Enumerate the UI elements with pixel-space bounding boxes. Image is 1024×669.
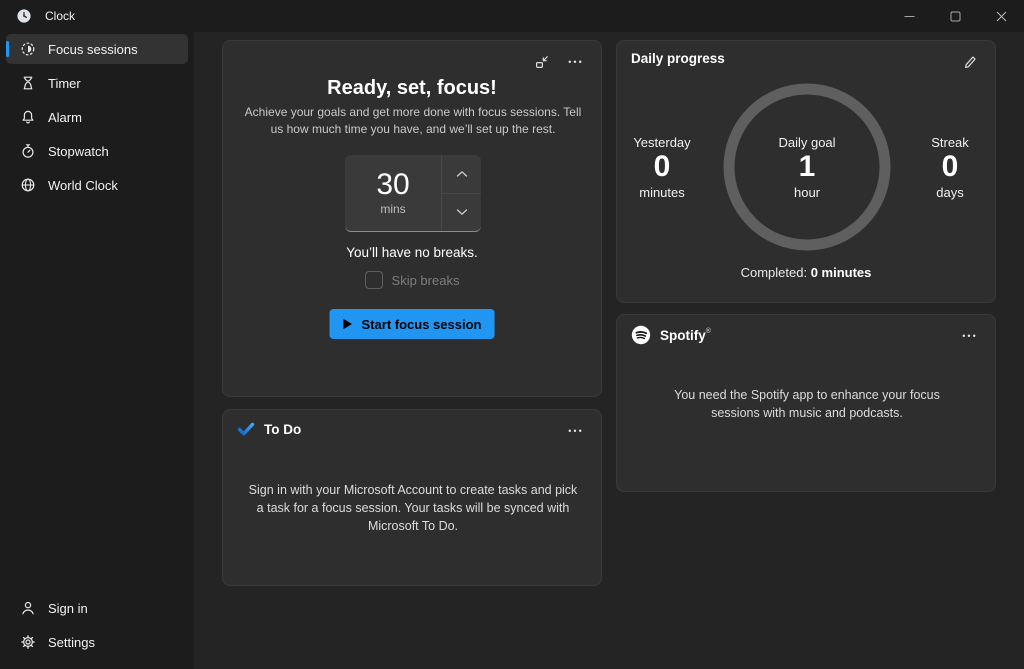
sidebar-item-label: Sign in — [48, 601, 88, 616]
sidebar-item-label: Settings — [48, 635, 95, 650]
duration-value: 30 — [376, 170, 409, 200]
timer-icon — [20, 75, 36, 91]
chevron-up-icon — [456, 170, 468, 178]
daily-goal-value: 1 — [752, 150, 862, 185]
spotify-reg-mark: ® — [706, 328, 711, 335]
stopwatch-icon — [20, 143, 36, 159]
sidebar-item-label: Alarm — [48, 110, 82, 125]
skip-breaks-label: Skip breaks — [392, 273, 460, 288]
sidebar-item-world-clock[interactable]: World Clock — [6, 170, 188, 200]
window-title: Clock — [45, 9, 75, 23]
yesterday-stat: Yesterday 0 minutes — [607, 135, 717, 200]
daily-goal-stat: Daily goal 1 hour — [752, 135, 862, 200]
sidebar: Focus sessions Timer Alarm Stopwatch Wor — [0, 32, 194, 669]
person-icon — [20, 600, 36, 616]
maximize-icon — [950, 11, 961, 22]
yesterday-unit: minutes — [607, 185, 717, 200]
todo-card: To Do ••• Sign in with your Microsoft Ac… — [222, 409, 602, 586]
streak-stat: Streak 0 days — [895, 135, 1005, 200]
daily-progress-card: Daily progress Yesterday 0 minutes Daily… — [616, 40, 996, 303]
sidebar-item-settings[interactable]: Settings — [6, 627, 188, 657]
completed-summary: Completed: 0 minutes — [617, 265, 995, 280]
streak-value: 0 — [895, 150, 1005, 185]
sidebar-spacer — [6, 204, 188, 593]
gear-icon — [20, 634, 36, 650]
titlebar: Clock — [0, 0, 1024, 32]
edit-goal-button[interactable] — [955, 49, 985, 75]
skip-breaks-checkbox[interactable] — [365, 271, 383, 289]
chevron-down-icon — [456, 208, 468, 216]
sidebar-item-focus-sessions[interactable]: Focus sessions — [6, 34, 188, 64]
skip-breaks-row: Skip breaks — [223, 271, 601, 289]
world-clock-icon — [20, 177, 36, 193]
stepper-buttons — [441, 155, 481, 231]
sidebar-item-label: Stopwatch — [48, 144, 109, 159]
minimize-button[interactable] — [886, 0, 932, 32]
window-controls — [886, 0, 1024, 32]
sidebar-item-sign-in[interactable]: Sign in — [6, 593, 188, 623]
app-identity: Clock — [0, 8, 75, 24]
todo-more-button[interactable]: ••• — [561, 418, 591, 444]
sidebar-item-timer[interactable]: Timer — [6, 68, 188, 98]
duration-increase-button[interactable] — [442, 155, 481, 194]
sidebar-item-alarm[interactable]: Alarm — [6, 102, 188, 132]
todo-icon — [237, 420, 255, 438]
todo-title: To Do — [264, 422, 301, 437]
daily-goal-unit: hour — [752, 185, 862, 200]
spotify-title: Spotify® — [660, 328, 711, 343]
focus-card-subtitle: Achieve your goals and get more done wit… — [237, 104, 589, 138]
focus-card-title: Ready, set, focus! — [223, 77, 601, 100]
spotify-more-button[interactable]: ••• — [955, 323, 985, 349]
popout-button[interactable] — [527, 49, 557, 75]
daily-goal-label: Daily goal — [752, 135, 862, 150]
spotify-icon — [631, 325, 651, 345]
minimize-icon — [904, 11, 915, 22]
play-icon — [343, 318, 353, 330]
popout-icon — [534, 54, 550, 70]
close-icon — [996, 11, 1007, 22]
sidebar-item-label: Timer — [48, 76, 81, 91]
spotify-card: Spotify® ••• You need the Spotify app to… — [616, 314, 996, 492]
focus-more-button[interactable]: ••• — [561, 49, 591, 75]
duration-stepper: 30 mins — [345, 155, 481, 232]
focus-session-card: ••• Ready, set, focus! Achieve your goal… — [222, 40, 602, 397]
streak-unit: days — [895, 185, 1005, 200]
breaks-note: You’ll have no breaks. — [223, 245, 601, 260]
todo-message: Sign in with your Microsoft Account to c… — [248, 482, 578, 535]
maximize-button[interactable] — [932, 0, 978, 32]
selection-indicator — [6, 41, 9, 57]
daily-progress-title: Daily progress — [631, 51, 725, 66]
more-icon: ••• — [568, 427, 583, 436]
start-button-label: Start focus session — [362, 317, 482, 332]
sidebar-item-label: World Clock — [48, 178, 118, 193]
yesterday-value: 0 — [607, 150, 717, 185]
spotify-message: You need the Spotify app to enhance your… — [657, 387, 957, 423]
sidebar-item-label: Focus sessions — [48, 42, 138, 57]
duration-unit: mins — [380, 202, 405, 216]
yesterday-label: Yesterday — [607, 135, 717, 150]
clock-app-icon — [16, 8, 32, 24]
start-focus-session-button[interactable]: Start focus session — [330, 309, 495, 339]
alarm-icon — [20, 109, 36, 125]
more-icon: ••• — [568, 58, 583, 67]
completed-label: Completed: — [741, 265, 811, 280]
duration-display[interactable]: 30 mins — [345, 155, 441, 231]
close-button[interactable] — [978, 0, 1024, 32]
duration-decrease-button[interactable] — [442, 194, 481, 232]
sidebar-item-stopwatch[interactable]: Stopwatch — [6, 136, 188, 166]
pencil-icon — [962, 54, 978, 70]
completed-value: 0 minutes — [811, 265, 872, 280]
streak-label: Streak — [895, 135, 1005, 150]
more-icon: ••• — [962, 332, 977, 341]
focus-sessions-icon — [20, 41, 36, 57]
